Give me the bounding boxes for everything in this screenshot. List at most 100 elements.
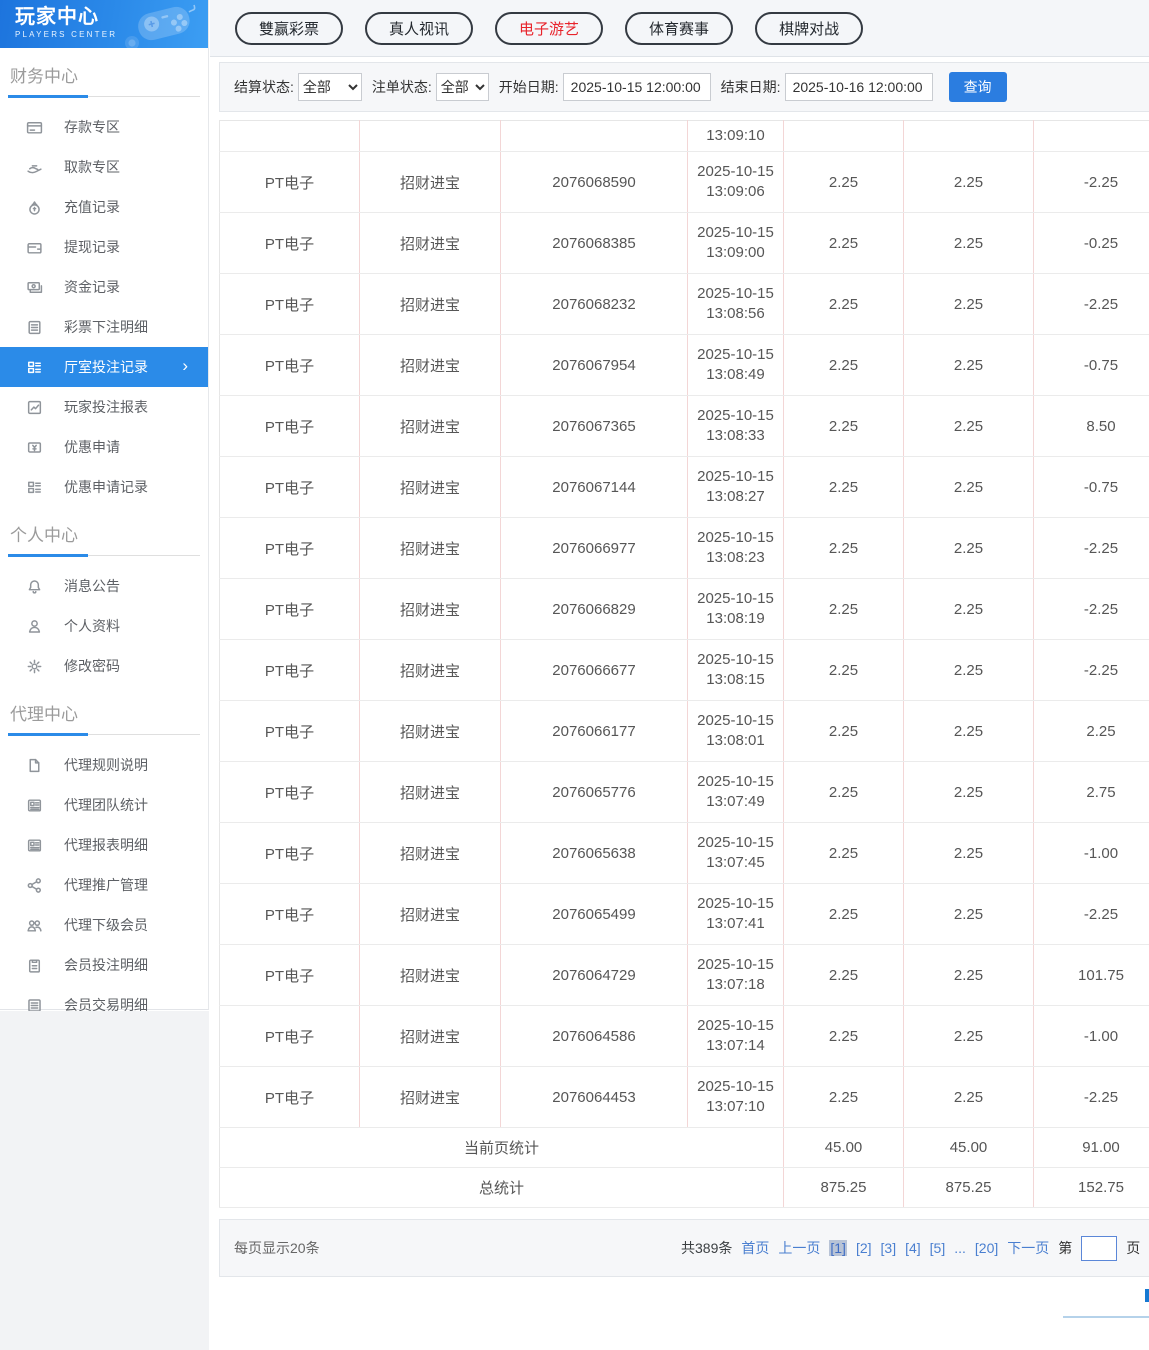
- sidebar-item[interactable]: 充值记录: [0, 187, 208, 227]
- datetime-cell: 2025-10-15 13:07:49: [687, 761, 784, 823]
- promo-ticket-icon: [25, 438, 43, 456]
- valid-cell: 2.25: [903, 578, 1034, 640]
- search-button[interactable]: 查询: [948, 72, 1007, 102]
- first-page-link[interactable]: 首页: [741, 1238, 769, 1258]
- summary-label-cell: 总统计: [219, 1167, 784, 1208]
- sidebar-item[interactable]: 存款专区: [0, 107, 208, 147]
- bet-cell: 2.25: [783, 273, 904, 335]
- platform-cell: PT电子: [219, 700, 360, 762]
- sidebar-section-title: 个人中心: [8, 521, 200, 557]
- game-cell: 招财进宝: [359, 273, 501, 335]
- end-date-input[interactable]: [784, 73, 933, 101]
- clipboard-icon: [25, 956, 43, 974]
- sidebar-item[interactable]: 玩家投注报表: [0, 387, 208, 427]
- document-icon: [25, 756, 43, 774]
- deposit-card-icon: [25, 118, 43, 136]
- tab-棋牌对战[interactable]: 棋牌对战: [755, 11, 864, 45]
- bet-cell: 2.25: [783, 944, 904, 1006]
- page-link[interactable]: [2]: [856, 1240, 872, 1256]
- valid-cell: 2.25: [903, 1005, 1034, 1067]
- table-row: PT电子 招财进宝 2076065499 2025-10-15 13:07:41 2.25…: [219, 883, 1149, 945]
- datetime-cell: 2025-10-15 13:08:23: [687, 517, 784, 579]
- sidebar-item[interactable]: 消息公告: [0, 566, 208, 606]
- next-page-link[interactable]: 下一页: [1007, 1238, 1049, 1258]
- sidebar-item[interactable]: 代理规则说明: [0, 745, 208, 785]
- sidebar-item[interactable]: 代理推广管理: [0, 865, 208, 905]
- bet-cell: 2.25: [783, 883, 904, 945]
- sidebar-item-label: 优惠申请记录: [64, 479, 148, 495]
- game-cell: 招财进宝: [359, 456, 501, 518]
- sidebar-item[interactable]: 代理下级会员: [0, 905, 208, 945]
- sidebar-item[interactable]: 会员投注明细: [0, 945, 208, 985]
- valid-cell: 2.25: [903, 334, 1034, 396]
- platform-cell: PT电子: [219, 944, 360, 1006]
- bet-records-table: 13:09:10 PT电子 招财进宝 2076068590 2025-10-15 13:0…: [219, 120, 1149, 1208]
- tab-电子游艺[interactable]: 电子游艺: [495, 11, 604, 45]
- sidebar-item[interactable]: 提现记录: [0, 227, 208, 267]
- sidebar-item[interactable]: 代理报表明细: [0, 825, 208, 865]
- sidebar-item[interactable]: 修改密码: [0, 646, 208, 686]
- settle-status-select[interactable]: 全部: [297, 73, 362, 101]
- sidebar-item[interactable]: 取款专区: [0, 147, 208, 187]
- bet-cell: 2.25: [783, 517, 904, 579]
- summary-bet-cell: 875.25: [783, 1167, 904, 1208]
- valid-cell: 2.25: [903, 1066, 1034, 1128]
- bet-cell: 2.25: [783, 1005, 904, 1067]
- sidebar-item[interactable]: 优惠申请记录: [0, 467, 208, 507]
- table-row: PT电子 招财进宝 2076064453 2025-10-15 13:07:10 2.25…: [219, 1066, 1149, 1128]
- page-link[interactable]: [4]: [905, 1240, 921, 1256]
- bet-cell: 2.25: [783, 334, 904, 396]
- datetime-cell: 2025-10-15 13:07:18: [687, 944, 784, 1006]
- datetime-cell: 2025-10-15 13:07:45: [687, 822, 784, 884]
- table-row: PT电子 招财进宝 2076064729 2025-10-15 13:07:18 2.25…: [219, 944, 1149, 1006]
- withdraw-hand-icon: [25, 158, 43, 176]
- platform-cell: PT电子: [219, 334, 360, 396]
- table-row: PT电子 招财进宝 2076068590 2025-10-15 13:09:06 2.25…: [219, 151, 1149, 213]
- tab-体育赛事[interactable]: 体育赛事: [625, 11, 734, 45]
- result-cell: -0.25: [1033, 212, 1149, 274]
- sidebar-item[interactable]: 彩票下注明细: [0, 307, 208, 347]
- prev-page-link[interactable]: 上一页: [778, 1238, 820, 1258]
- jump-page-input[interactable]: [1081, 1235, 1118, 1261]
- order-cell: 2076065638: [500, 822, 688, 884]
- datetime-cell: 13:09:10: [687, 120, 784, 152]
- table-row: PT电子 招财进宝 2076066677 2025-10-15 13:08:15 2.25…: [219, 639, 1149, 701]
- page-link-current[interactable]: [1]: [829, 1240, 847, 1256]
- summary-row: 总统计 875.25 875.25 152.75: [219, 1167, 1149, 1208]
- platform-cell: PT电子: [219, 883, 360, 945]
- table-row-partial: 13:09:10: [219, 120, 1149, 152]
- valid-cell: 2.25: [903, 944, 1034, 1006]
- result-cell: -2.25: [1033, 517, 1149, 579]
- bet-cell: 2.25: [783, 761, 904, 823]
- sidebar-item[interactable]: 代理团队统计: [0, 785, 208, 825]
- sidebar-item[interactable]: 个人资料: [0, 606, 208, 646]
- start-date-input[interactable]: [562, 73, 711, 101]
- table-row: PT电子 招财进宝 2076067954 2025-10-15 13:08:49 2.25…: [219, 334, 1149, 396]
- page: 玩家中心 PLAYERS CENTER 财务中心 存款专区 取款专区 充值记录 提现: [0, 0, 1149, 1350]
- summary-result-cell: 152.75: [1033, 1167, 1149, 1208]
- sidebar-item-label: 充值记录: [64, 199, 120, 215]
- floating-widget-fragment-line: [1063, 1316, 1149, 1318]
- tab-雙赢彩票[interactable]: 雙赢彩票: [235, 11, 344, 45]
- platform-cell: PT电子: [219, 761, 360, 823]
- datetime-cell: 2025-10-15 13:08:19: [687, 578, 784, 640]
- sidebar-item[interactable]: 优惠申请: [0, 427, 208, 467]
- sidebar-item[interactable]: 厅室投注记录 ›: [0, 347, 208, 387]
- bell-icon: [25, 577, 43, 595]
- sidebar-item[interactable]: 资金记录: [0, 267, 208, 307]
- summary-valid-cell: 45.00: [903, 1127, 1034, 1168]
- bet-cell: 2.25: [783, 151, 904, 213]
- tab-真人视讯[interactable]: 真人视讯: [365, 11, 474, 45]
- valid-cell: 2.25: [903, 700, 1034, 762]
- page-link[interactable]: [5]: [930, 1240, 946, 1256]
- page-size-text: 每页显示20条: [234, 1240, 320, 1256]
- settle-status-label: 结算状态:: [234, 79, 294, 95]
- order-cell: 2076067954: [500, 334, 688, 396]
- page-link[interactable]: [3]: [881, 1240, 897, 1256]
- platform-cell: PT电子: [219, 1066, 360, 1128]
- page-link[interactable]: [20]: [975, 1240, 998, 1256]
- order-status-select[interactable]: 全部: [435, 73, 489, 101]
- valid-cell: 2.25: [903, 883, 1034, 945]
- platform-cell: PT电子: [219, 212, 360, 274]
- sidebar-section-title: 财务中心: [8, 62, 200, 98]
